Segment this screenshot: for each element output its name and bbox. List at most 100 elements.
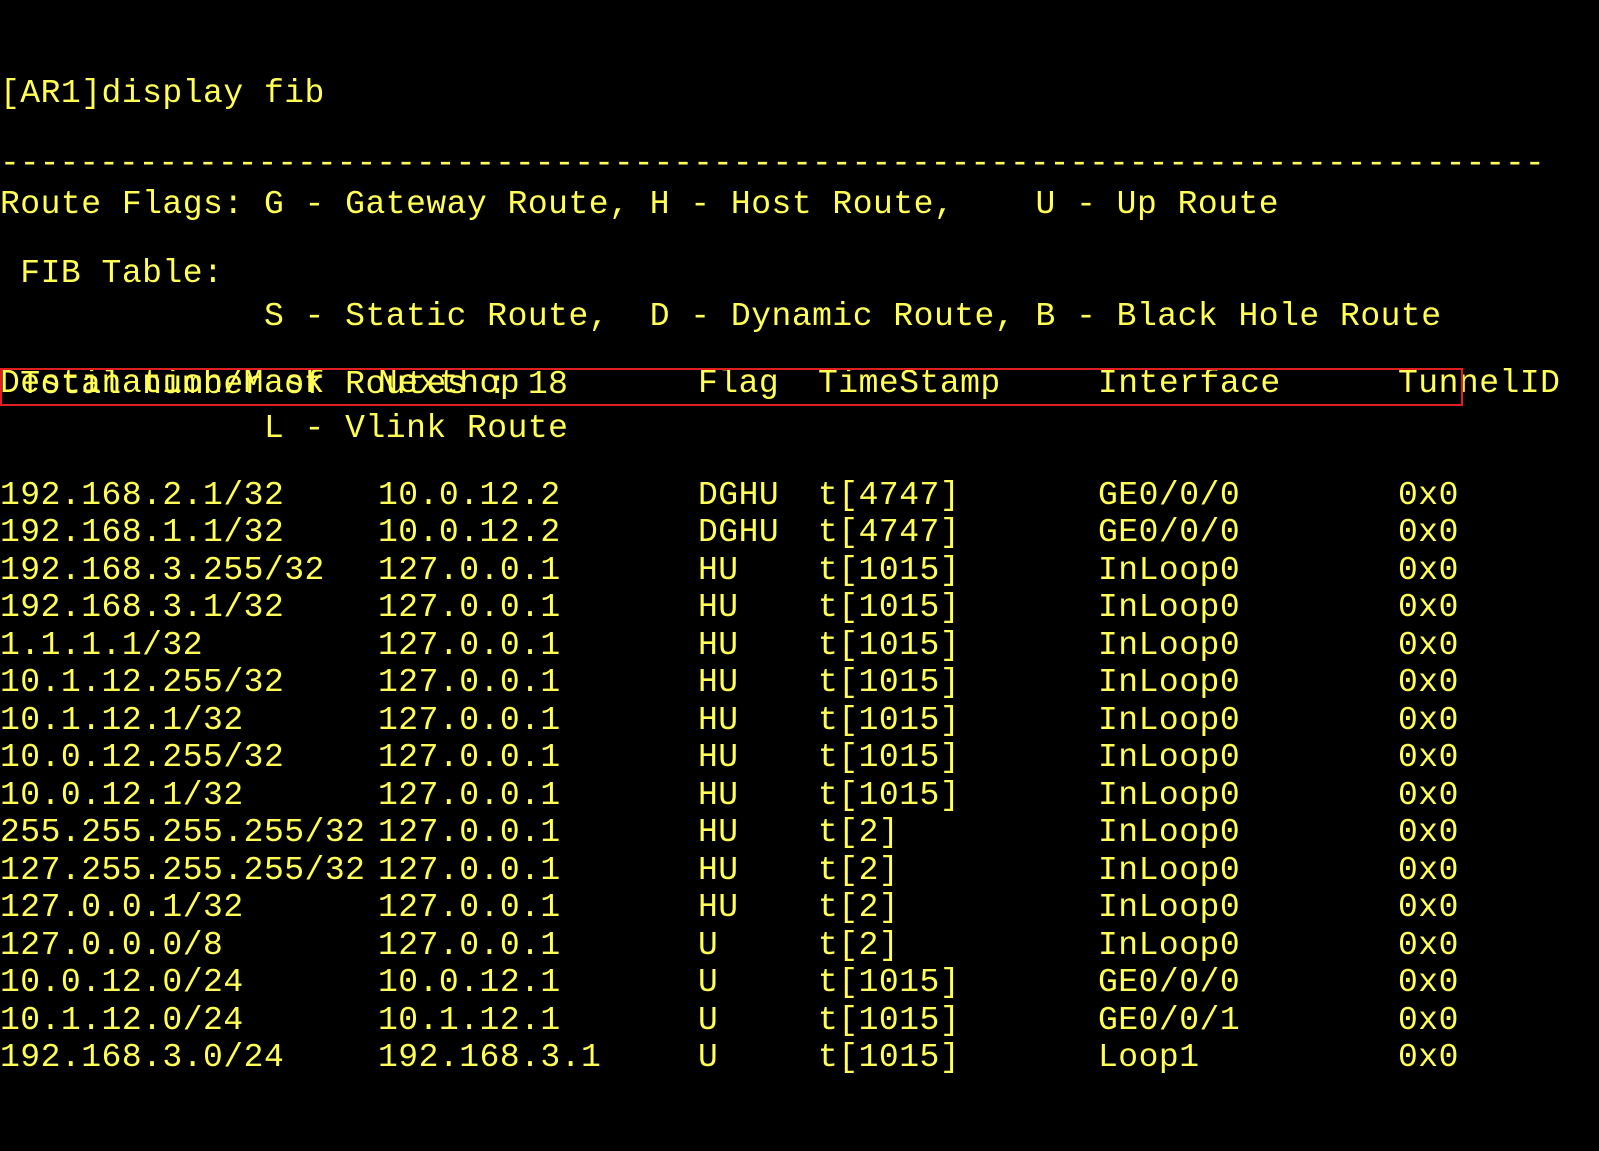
flag-cell: HU (698, 739, 739, 777)
table-row: 127.0.0.0/8 127.0.0.1 Ut[2] InLoop0 0x0 (0, 927, 1599, 965)
timestamp-cell: t[2] (818, 889, 900, 927)
section-divider: ----------------------------------------… (0, 148, 1545, 180)
flag-cell: HU (698, 589, 739, 627)
flag-cell: HU (698, 701, 739, 739)
nexthop-cell: 127.0.0.1 (378, 589, 561, 627)
table-row: 192.168.1.1/32 10.0.12.2 DGHU t[4747] GE0/0/… (0, 514, 1599, 552)
tunnelid-cell: 0x0 (1398, 476, 1459, 514)
fib-table-title: FIB Table: (0, 254, 224, 292)
interface-cell: GE0/0/0 (1098, 964, 1241, 1002)
nexthop-cell: 127.0.0.1 (378, 551, 561, 589)
table-row: 127.255.255.255/32 127.0.0.1 HU t[2] InLoop0… (0, 852, 1599, 890)
destination-cell: 192.168.2.1/32 (0, 476, 285, 514)
destination-cell: 192.168.3.1/32 (0, 589, 285, 627)
tunnelid-cell: 0x0 (1398, 701, 1459, 739)
timestamp-cell: t[1015] (818, 776, 961, 814)
tunnelid-cell: 0x0 (1398, 739, 1459, 777)
nexthop-cell: 127.0.0.1 (378, 889, 561, 927)
timestamp-cell: t[2] (818, 926, 900, 964)
table-row: 10.0.12.1/32 127.0.0.1 HU t[1015] InLoop0 0x0 (0, 777, 1599, 815)
tunnelid-cell: 0x0 (1398, 776, 1459, 814)
flag-cell: HU (698, 626, 739, 664)
timestamp-cell: t[1015] (818, 664, 961, 702)
tunnelid-cell: 0x0 (1398, 664, 1459, 702)
destination-cell: 10.0.12.1/32 (0, 776, 244, 814)
nexthop-cell: 127.0.0.1 (378, 701, 561, 739)
flag-cell: HU (698, 551, 739, 589)
table-row: 10.0.12.255/32 127.0.0.1 HU t[1015] InLoop0 0… (0, 739, 1599, 777)
timestamp-cell: t[1015] (818, 589, 961, 627)
tunnelid-cell: 0x0 (1398, 1039, 1459, 1077)
flag-cell: U (698, 926, 719, 964)
table-row: 192.168.3.0/24 192.168.3.1 Ut[1015] Loop1 0x… (0, 1039, 1599, 1077)
flag-cell: HU (698, 851, 739, 889)
command-line: [AR1]display fib (0, 74, 325, 112)
flag-cell: U (698, 1001, 719, 1039)
flag-cell: U (698, 964, 719, 1002)
table-row: 10.1.12.0/24 10.1.12.1 Ut[1015] GE0/0/1 0x0 (0, 1002, 1599, 1040)
interface-cell: GE0/0/0 (1098, 476, 1241, 514)
table-row: 10.1.12.1/32 127.0.0.1 HU t[1015] InLoop0 0x0 (0, 702, 1599, 740)
nexthop-cell: 127.0.0.1 (378, 626, 561, 664)
tunnelid-cell: 0x0 (1398, 1001, 1459, 1039)
flag-cell: HU (698, 889, 739, 927)
nexthop-cell: 127.0.0.1 (378, 926, 561, 964)
destination-cell: 127.0.0.0/8 (0, 926, 224, 964)
interface-cell: InLoop0 (1098, 851, 1241, 889)
tunnelid-cell: 0x0 (1398, 814, 1459, 852)
tunnelid-cell: 0x0 (1398, 589, 1459, 627)
destination-cell: 10.1.12.0/24 (0, 1001, 244, 1039)
nexthop-cell: 127.0.0.1 (378, 776, 561, 814)
interface-cell: InLoop0 (1098, 551, 1241, 589)
timestamp-cell: t[2] (818, 814, 900, 852)
destination-cell: 10.0.12.255/32 (0, 739, 285, 777)
nexthop-cell: 127.0.0.1 (378, 739, 561, 777)
destination-cell: 192.168.3.0/24 (0, 1039, 285, 1077)
nexthop-cell: 127.0.0.1 (378, 814, 561, 852)
destination-cell: 127.255.255.255/32 (0, 851, 366, 889)
interface-cell: InLoop0 (1098, 776, 1241, 814)
destination-cell: 10.1.12.255/32 (0, 664, 285, 702)
timestamp-cell: t[1015] (818, 626, 961, 664)
timestamp-cell: t[4747] (818, 514, 961, 552)
nexthop-cell: 192.168.3.1 (378, 1039, 602, 1077)
nexthop-cell: 10.0.12.2 (378, 514, 561, 552)
tunnelid-cell: 0x0 (1398, 626, 1459, 664)
tunnelid-cell: 0x0 (1398, 514, 1459, 552)
fib-table: Destination/Mask Nexthop Flag TimeStamp … (0, 290, 1599, 1151)
table-row: 192.168.3.255/32 127.0.0.1 HU t[1015] InLoop… (0, 552, 1599, 590)
interface-cell: GE0/0/1 (1098, 1001, 1241, 1039)
terminal-window[interactable]: [AR1]display fib Route Flags: G - Gatewa… (0, 0, 1599, 1076)
table-row: 10.1.12.255/32 127.0.0.1 HU t[1015] InLoop0 0… (0, 664, 1599, 702)
table-row: 255.255.255.255/32 127.0.0.1 HU t[2] InLoop0… (0, 814, 1599, 852)
nexthop-cell: 10.1.12.1 (378, 1001, 561, 1039)
nexthop-cell: 10.0.12.2 (378, 476, 561, 514)
table-row: 192.168.3.1/32 127.0.0.1 HU t[1015] InLoop0 0… (0, 589, 1599, 627)
destination-cell: 192.168.1.1/32 (0, 514, 285, 552)
timestamp-cell: t[1015] (818, 739, 961, 777)
destination-cell: 10.1.12.1/32 (0, 701, 244, 739)
flag-cell: HU (698, 664, 739, 702)
table-row: 10.0.12.0/24 10.0.12.1 Ut[1015] GE0/0/0 0x0 (0, 964, 1599, 1002)
destination-cell: 1.1.1.1/32 (0, 626, 204, 664)
table-row: 192.168.2.1/32 10.0.12.2 DGHU t[4747] GE0/0/… (0, 477, 1599, 515)
timestamp-cell: t[1015] (818, 964, 961, 1002)
flag-cell: HU (698, 776, 739, 814)
table-row: 1.1.1.1/32 127.0.0.1 HU t[1015] InLoop0 0x0 (0, 627, 1599, 665)
destination-cell: 255.255.255.255/32 (0, 814, 366, 852)
flag-cell: DGHU (698, 476, 780, 514)
flag-cell: DGHU (698, 514, 780, 552)
interface-cell: GE0/0/0 (1098, 514, 1241, 552)
timestamp-cell: t[4747] (818, 476, 961, 514)
interface-cell: InLoop0 (1098, 814, 1241, 852)
timestamp-cell: t[1015] (818, 1001, 961, 1039)
tunnelid-cell: 0x0 (1398, 851, 1459, 889)
highlighted-route-box (0, 368, 1463, 406)
table-row: 127.0.0.1/32 127.0.0.1 HU t[2] InLoop0 0x0 (0, 889, 1599, 927)
nexthop-cell: 127.0.0.1 (378, 664, 561, 702)
interface-cell: InLoop0 (1098, 889, 1241, 927)
interface-cell: InLoop0 (1098, 589, 1241, 627)
tunnelid-cell: 0x0 (1398, 926, 1459, 964)
nexthop-cell: 127.0.0.1 (378, 851, 561, 889)
interface-cell: InLoop0 (1098, 701, 1241, 739)
